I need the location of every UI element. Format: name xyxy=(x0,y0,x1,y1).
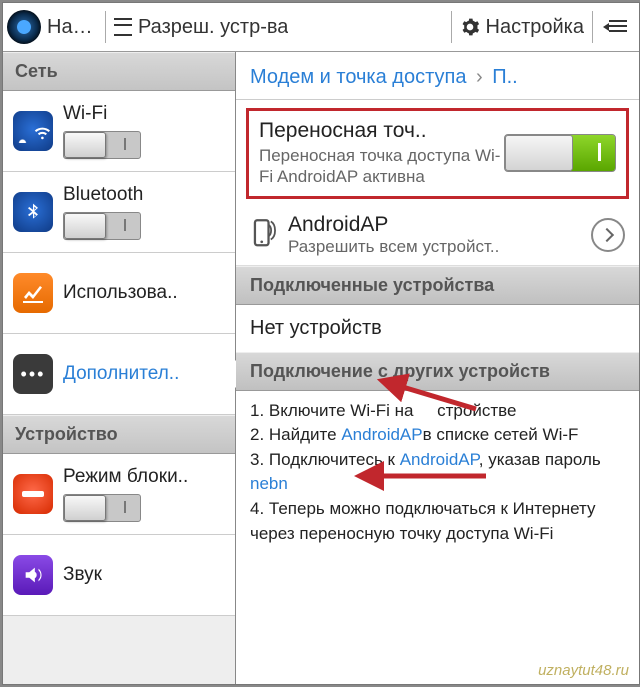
menu-icon xyxy=(609,20,627,34)
step-1b: стройстве xyxy=(437,401,516,420)
separator xyxy=(592,11,593,43)
chevron-right-circle-icon[interactable] xyxy=(591,218,625,252)
wifi-label: Wi-Fi xyxy=(63,103,225,125)
topbar-label-1: Наст.. xyxy=(47,16,97,39)
phone-signal-icon xyxy=(250,218,278,252)
hotspot-sub: Переносная точка доступа Wi-Fi AndroidAP… xyxy=(259,145,504,188)
sidebar: Сеть Wi-Fi Bluetooth xyxy=(3,52,236,685)
step-3b: , указав пароль xyxy=(479,450,601,469)
sidebar-item-more[interactable]: Дополнител.. xyxy=(3,334,235,415)
bluetooth-toggle[interactable] xyxy=(63,212,141,240)
step-2a: 2. Найдите xyxy=(250,425,341,444)
top-bar: Наст.. Разреш. устр-ва Настройка xyxy=(3,3,639,52)
instructions: 1. Включите Wi-Fi на стройстве 2. Найдит… xyxy=(236,391,639,561)
step-3a: 3. Подключитесь к xyxy=(250,450,400,469)
step-3-pw: nebn xyxy=(250,474,288,493)
topbar-label-3: Настройка xyxy=(486,16,584,39)
usage-label: Использова.. xyxy=(63,282,225,304)
sidebar-item-lock[interactable]: Режим блоки.. xyxy=(3,454,235,535)
block-icon xyxy=(13,474,53,514)
sidebar-item-sound[interactable]: Звук xyxy=(3,535,235,616)
more-icon xyxy=(13,354,53,394)
no-devices-text: Нет устройств xyxy=(236,305,639,352)
main-panel: Модем и точка доступа › П.. Переносная т… xyxy=(236,52,639,685)
bluetooth-label: Bluetooth xyxy=(63,184,225,206)
ap-row[interactable]: AndroidAP Разрешить всем устройст.. xyxy=(236,205,639,266)
sidebar-item-wifi[interactable]: Wi-Fi xyxy=(3,91,235,172)
usage-icon xyxy=(13,273,53,313)
ap-sub: Разрешить всем устройст.. xyxy=(288,237,591,257)
topbar-menu[interactable] xyxy=(601,20,635,34)
step-2-link: AndroidAP xyxy=(341,425,422,444)
step-1a: 1. Включите Wi-Fi на xyxy=(250,401,414,420)
header-connected: Подключенные устройства xyxy=(236,266,639,305)
breadcrumb[interactable]: Модем и точка доступа › П.. xyxy=(236,52,639,100)
sidebar-item-bluetooth[interactable]: Bluetooth xyxy=(3,172,235,253)
gear-icon xyxy=(460,17,480,37)
sound-icon xyxy=(13,555,53,595)
hotspot-title: Переносная точ.. xyxy=(259,119,504,143)
sidebar-item-usage[interactable]: Использова.. xyxy=(3,253,235,334)
header-other: Подключение с других устройств xyxy=(236,352,639,391)
topbar-label-2: Разреш. устр-ва xyxy=(138,16,288,39)
step-4: 4. Теперь можно подключаться к Интернету… xyxy=(250,499,596,543)
hotspot-toggle[interactable] xyxy=(504,134,616,172)
lock-toggle[interactable] xyxy=(63,494,141,522)
watermark: uznaytut48.ru xyxy=(538,662,629,679)
more-label: Дополнител.. xyxy=(63,363,225,385)
step-3-link: AndroidAP xyxy=(400,450,479,469)
hamburger-icon xyxy=(114,18,132,36)
chevron-right-icon: › xyxy=(476,66,483,88)
step-2b: в списке сетей Wi-F xyxy=(423,425,579,444)
section-device: Устройство xyxy=(3,415,235,454)
topbar-permissions[interactable]: Разреш. устр-ва xyxy=(114,16,443,39)
separator xyxy=(105,11,106,43)
body: Сеть Wi-Fi Bluetooth xyxy=(3,52,639,685)
sound-label: Звук xyxy=(63,564,225,586)
app-frame: Наст.. Разреш. устр-ва Настройка Сеть xyxy=(2,2,640,685)
wifi-toggle[interactable] xyxy=(63,131,141,159)
settings-gear-icon xyxy=(7,10,41,44)
ap-title: AndroidAP xyxy=(288,213,591,237)
crumb-b: П.. xyxy=(492,66,518,88)
section-network: Сеть xyxy=(3,52,235,91)
separator xyxy=(451,11,452,43)
crumb-a: Модем и точка доступа xyxy=(250,66,466,88)
lock-label: Режим блоки.. xyxy=(63,466,225,488)
bluetooth-icon xyxy=(13,192,53,232)
topbar-settings[interactable]: Наст.. xyxy=(7,10,97,44)
topbar-config[interactable]: Настройка xyxy=(460,16,584,39)
wifi-icon xyxy=(13,111,53,151)
hotspot-row-highlight[interactable]: Переносная точ.. Переносная точка доступ… xyxy=(246,108,629,199)
